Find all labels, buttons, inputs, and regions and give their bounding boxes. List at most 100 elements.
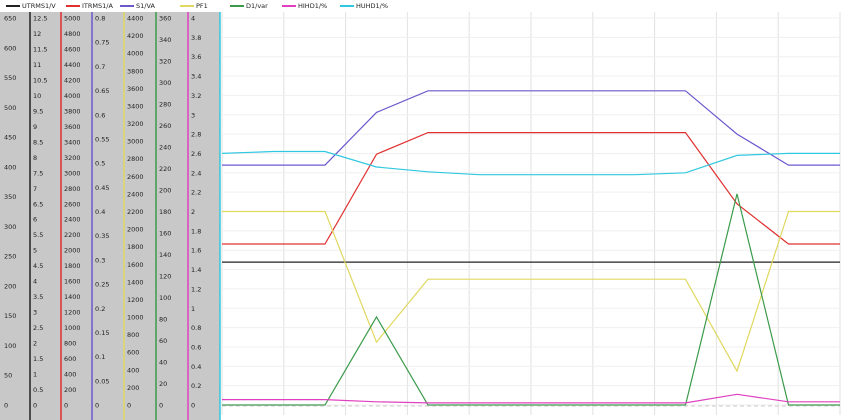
axis-tick-label: 600 — [4, 44, 16, 52]
axis-tick-label: 0.25 — [95, 281, 109, 289]
axis-tick-label: 3000 — [64, 169, 81, 177]
axis-tick-label: 3.4 — [191, 73, 201, 81]
axis-tick-label: 200 — [4, 282, 16, 290]
axis-tick-label: 4400 — [127, 15, 144, 23]
axis-tick-label: 40 — [159, 359, 167, 367]
axis-tick-label: 300 — [159, 79, 171, 87]
axis-tick-label: 0.8 — [191, 324, 201, 332]
axis-tick-label: 3 — [33, 309, 37, 317]
axis-tick-label: 1 — [191, 305, 195, 313]
axis-tick-label: 1.8 — [191, 227, 201, 235]
axis-tick-label: 11 — [33, 61, 41, 69]
axis-tick-label: 2 — [33, 340, 37, 348]
axis-tick-label: 1800 — [64, 262, 81, 270]
axis-tick-label: 2600 — [64, 200, 81, 208]
axis-tick-label: 4 — [33, 278, 37, 286]
axis-tick-label: 1000 — [127, 314, 144, 322]
axis-tick-label: 0.8 — [95, 15, 105, 23]
axis-tick-label: 2.2 — [191, 189, 201, 197]
axis-tick-label: 400 — [4, 163, 16, 171]
axis-tick-label: 9 — [33, 123, 37, 131]
axis-tick-label: 3600 — [64, 123, 81, 131]
axis-tick-label: 1800 — [127, 243, 144, 251]
axis-tick-label: 9.5 — [33, 107, 43, 115]
axis-tick-label: 0.6 — [191, 343, 201, 351]
axis-tick-label: 3400 — [127, 102, 144, 110]
axis-tick-label: 2200 — [64, 231, 81, 239]
axis-tick-label: 1600 — [64, 278, 81, 286]
axis-tick-label: 0 — [191, 402, 195, 410]
axis-tick-label: 200 — [64, 386, 76, 394]
axis-tick-label: 200 — [159, 187, 171, 195]
axis-tick-label: 2.6 — [191, 150, 201, 158]
axis-tick-label: 2.4 — [191, 169, 201, 177]
axis-tick-label: 3600 — [127, 85, 144, 93]
axis-tick-label: 50 — [4, 372, 12, 380]
axis-tick-label: 0.3 — [95, 256, 105, 264]
axis-tick-label: 0.4 — [95, 208, 105, 216]
axis-tick-label: 240 — [159, 144, 171, 152]
axis-tick-label: 4000 — [64, 92, 81, 100]
axis-tick-label: 4.5 — [33, 262, 43, 270]
axis-tick-label: 1200 — [127, 296, 144, 304]
axis-tick-label: 60 — [159, 337, 167, 345]
axis-tick-label: 0 — [4, 402, 8, 410]
axis-tick-label: 600 — [64, 355, 76, 363]
axis-tick-label: 340 — [159, 36, 171, 44]
axis-tick-label: 20 — [159, 380, 167, 388]
axis-tick-label: 2400 — [127, 190, 144, 198]
axis-tick-label: 160 — [159, 230, 171, 238]
axis-tick-label: 3.2 — [191, 92, 201, 100]
axis-tick-label: 320 — [159, 58, 171, 66]
axis-tick-label: 0.05 — [95, 377, 109, 385]
axis-tick-label: 100 — [4, 342, 16, 350]
axis-tick-label: 2 — [191, 208, 195, 216]
axis-tick-label: 200 — [127, 384, 139, 392]
axis-tick-label: 10 — [33, 92, 41, 100]
axis-tick-label: 0.55 — [95, 135, 109, 143]
axis-tick-label: 1600 — [127, 261, 144, 269]
axis-tick-label: 2400 — [64, 216, 81, 224]
axis-tick-label: 100 — [159, 294, 171, 302]
axis-tick-label: 1400 — [64, 293, 81, 301]
axis-tick-label: 3200 — [127, 120, 144, 128]
axis-tick-label: 0.1 — [95, 353, 105, 361]
axis-tick-label: 0 — [33, 402, 37, 410]
axis-tick-label: 400 — [64, 371, 76, 379]
axis-tick-label: 0.5 — [95, 160, 105, 168]
multi-axis-line-chart: 0501001502002503003504004505005506006500… — [4, 12, 841, 420]
axis-tick-label: 6 — [33, 216, 37, 224]
axis-tick-label: 1.6 — [191, 247, 201, 255]
axis-tick-label: 150 — [4, 312, 16, 320]
axis-tick-label: 1.4 — [191, 266, 201, 274]
axis-tick-label: 4200 — [64, 76, 81, 84]
axis-tick-label: 3200 — [64, 154, 81, 162]
axis-tick-label: 4200 — [127, 32, 144, 40]
axis-tick-label: 0 — [64, 402, 68, 410]
axis-tick-label: 4800 — [64, 30, 81, 38]
axis-tick-label: 2800 — [127, 155, 144, 163]
axis-tick-label: 800 — [127, 331, 139, 339]
axis-tick-label: 550 — [4, 74, 16, 82]
axis-tick-label: 350 — [4, 193, 16, 201]
axis-tick-label: 4400 — [64, 61, 81, 69]
axis-tick-label: 3.5 — [33, 293, 43, 301]
axis-tick-label: 1200 — [64, 309, 81, 317]
axis-tick-label: 2000 — [127, 226, 144, 234]
axis-tick-label: 7 — [33, 185, 37, 193]
axis-tick-label: 3800 — [127, 67, 144, 75]
axis-tick-label: 12.5 — [33, 15, 47, 23]
axis-tick-label: 2.5 — [33, 324, 43, 332]
axis-tick-label: 800 — [64, 340, 76, 348]
axis-tick-label: 450 — [4, 134, 16, 142]
axis-tick-label: 220 — [159, 165, 171, 173]
axis-tick-label: 650 — [4, 15, 16, 23]
axis-tick-label: 8 — [33, 154, 37, 162]
axis-tick-label: 0.7 — [95, 63, 105, 71]
axis-tick-label: 11.5 — [33, 45, 47, 53]
axis-tick-label: 3 — [191, 111, 195, 119]
axis-tick-label: 3000 — [127, 138, 144, 146]
axis-tick-label: 5.5 — [33, 231, 43, 239]
axis-tick-label: 3.8 — [191, 34, 201, 42]
axis-tick-label: 7.5 — [33, 169, 43, 177]
